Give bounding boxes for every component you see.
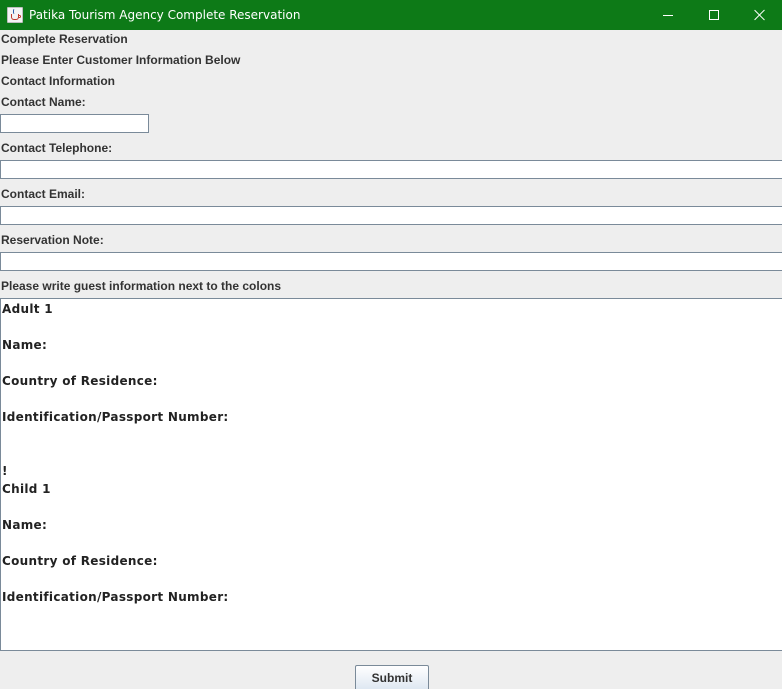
contact-name-label: Contact Name:	[1, 95, 86, 109]
adult-name-line: Name:	[2, 338, 48, 352]
child-id-line: Identification/Passport Number:	[2, 590, 229, 604]
adult-title-line: Adult 1	[2, 302, 53, 316]
contact-telephone-input[interactable]	[0, 160, 782, 179]
child-title-line: Child 1	[2, 482, 51, 496]
guest-separator: !	[2, 464, 8, 478]
contact-name-input[interactable]	[0, 114, 149, 133]
window-title: Patika Tourism Agency Complete Reservati…	[29, 8, 301, 22]
reservation-note-label: Reservation Note:	[1, 233, 104, 247]
maximize-button[interactable]	[691, 0, 737, 30]
close-icon	[754, 9, 766, 21]
form-heading: Complete Reservation	[1, 32, 128, 46]
contact-email-label: Contact Email:	[1, 187, 86, 201]
java-cup-icon	[7, 7, 23, 23]
title-bar: Patika Tourism Agency Complete Reservati…	[0, 0, 782, 30]
minimize-icon	[663, 14, 673, 16]
child-name-line: Name:	[2, 518, 48, 532]
contact-telephone-label: Contact Telephone:	[1, 141, 113, 155]
guest-instruction-label: Please write guest information next to t…	[1, 279, 282, 293]
contact-email-input[interactable]	[0, 206, 782, 225]
submit-button[interactable]: Submit	[355, 665, 429, 689]
maximize-icon	[709, 10, 719, 20]
guest-info-textarea[interactable]: Adult 1 Name: Country of Residence: Iden…	[0, 298, 782, 651]
form-instruction: Please Enter Customer Information Below	[1, 53, 241, 67]
close-button[interactable]	[737, 0, 782, 30]
adult-country-line: Country of Residence:	[2, 374, 158, 388]
contact-section-title: Contact Information	[1, 74, 115, 88]
child-country-line: Country of Residence:	[2, 554, 158, 568]
adult-id-line: Identification/Passport Number:	[2, 410, 229, 424]
reservation-note-input[interactable]	[0, 252, 782, 271]
minimize-button[interactable]	[645, 0, 691, 30]
